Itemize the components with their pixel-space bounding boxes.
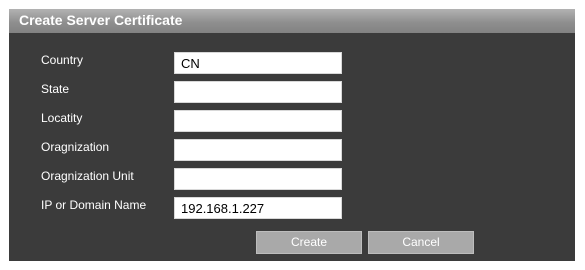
state-label: State (41, 82, 70, 96)
organization-unit-label: Oragnization Unit (41, 169, 134, 183)
state-input[interactable] (174, 81, 342, 103)
cancel-button[interactable]: Cancel (368, 231, 474, 254)
organization-label: Oragnization (41, 140, 110, 154)
organization-unit-input[interactable] (174, 168, 342, 190)
locality-label: Locatity (41, 111, 83, 125)
create-button[interactable]: Create (256, 231, 362, 254)
country-label: Country (41, 53, 84, 67)
locality-input[interactable] (174, 110, 342, 132)
ip-domain-input[interactable] (174, 197, 342, 219)
country-input[interactable] (174, 52, 342, 74)
dialog-title-bar: Create Server Certificate (9, 9, 575, 33)
create-server-certificate-dialog: Create Server Certificate Country State … (9, 9, 575, 261)
ip-domain-label: IP or Domain Name (41, 198, 147, 212)
organization-input[interactable] (174, 139, 342, 161)
dialog-title: Create Server Certificate (19, 12, 183, 28)
